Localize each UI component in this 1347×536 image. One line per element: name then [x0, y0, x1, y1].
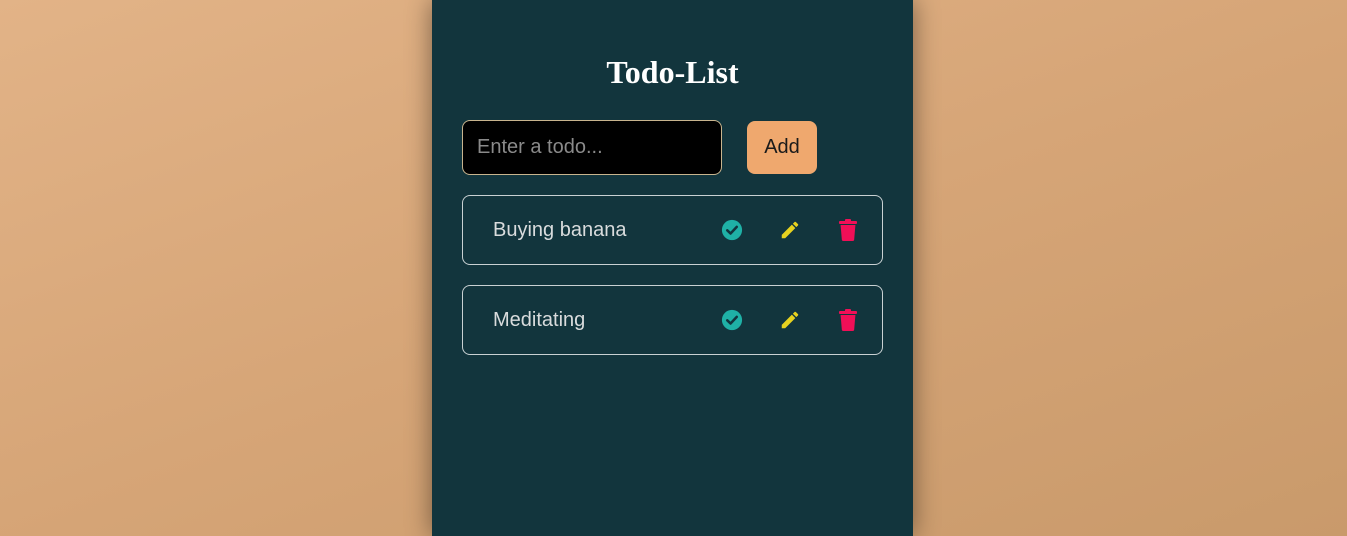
pencil-icon[interactable] [778, 308, 802, 332]
todo-input[interactable] [462, 120, 722, 175]
trash-icon[interactable] [836, 308, 860, 332]
todo-panel: Todo-List Add Buying banana Meditating [432, 0, 913, 536]
add-button[interactable]: Add [747, 121, 817, 174]
page-title: Todo-List [606, 54, 739, 90]
trash-icon[interactable] [836, 218, 860, 242]
todo-text: Meditating [493, 309, 586, 331]
todo-text: Buying banana [493, 219, 627, 241]
check-circle-icon[interactable] [720, 308, 744, 332]
pencil-icon[interactable] [778, 218, 802, 242]
todo-item: Buying banana [462, 195, 883, 265]
check-circle-icon[interactable] [720, 218, 744, 242]
todo-item: Meditating [462, 285, 883, 355]
